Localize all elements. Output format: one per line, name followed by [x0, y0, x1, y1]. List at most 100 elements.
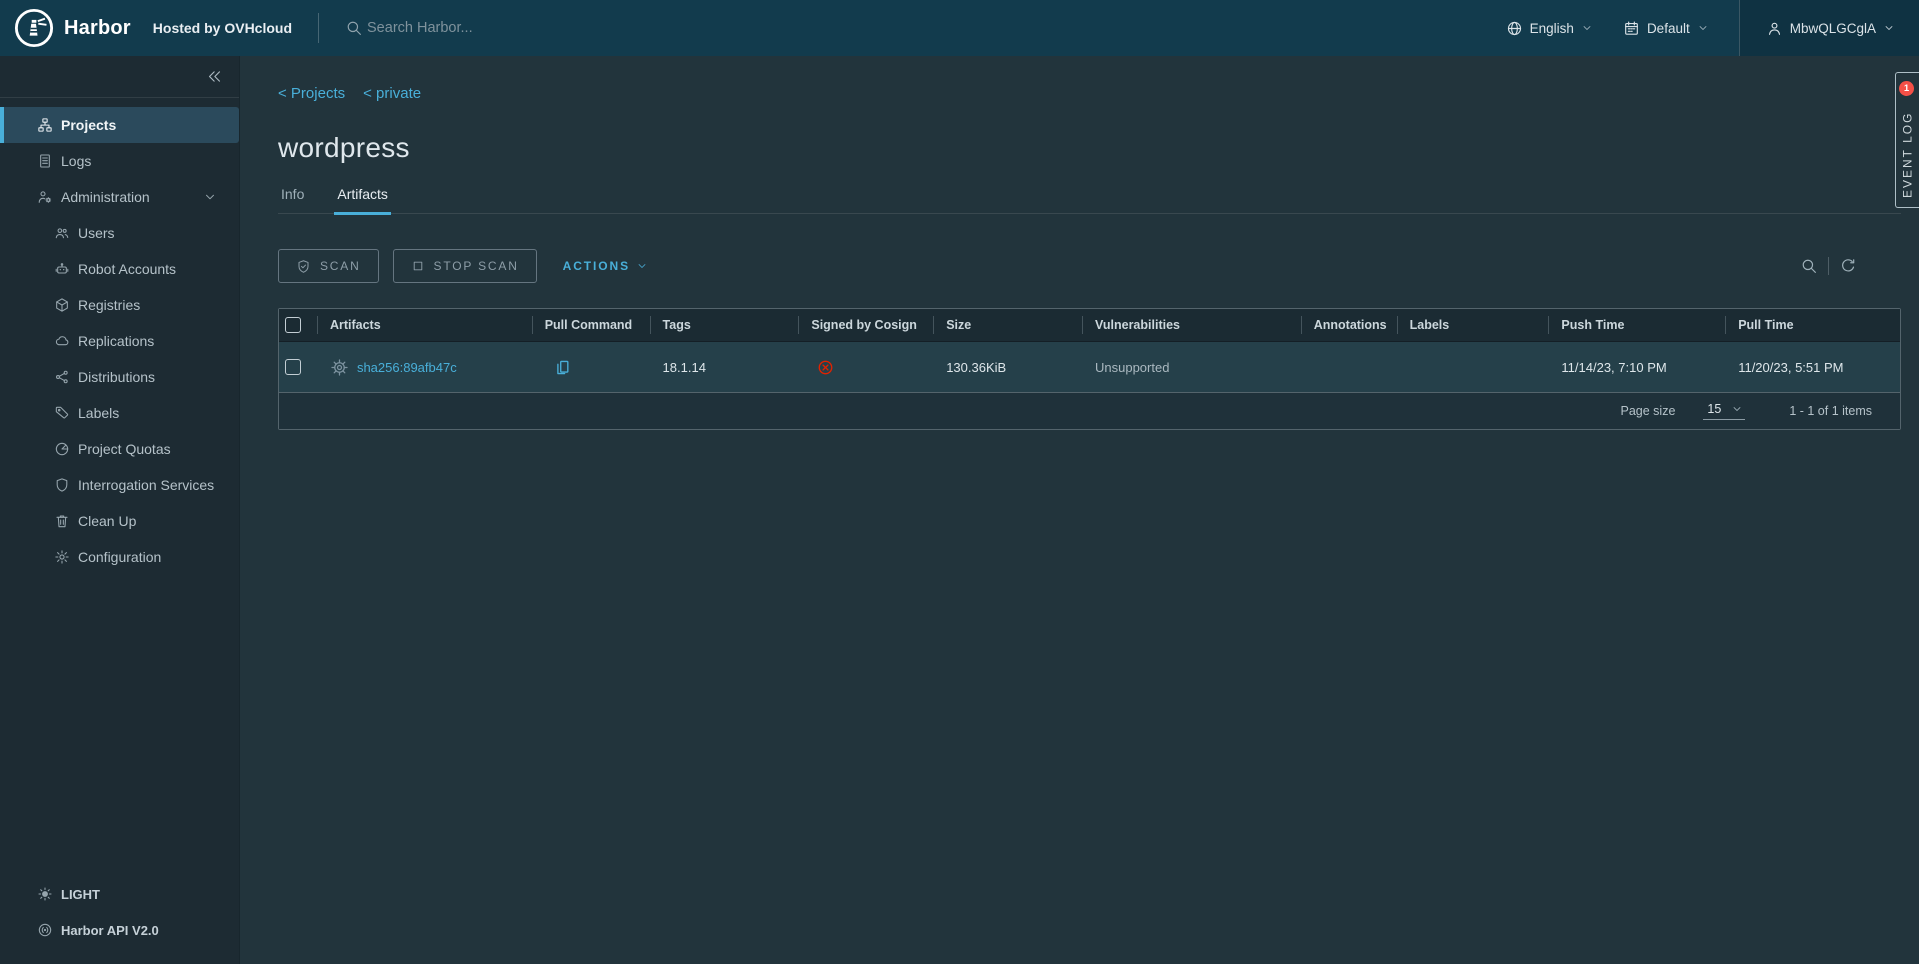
event-log-tab[interactable]: 1 EVENT LOG — [1895, 72, 1919, 208]
sidebar-item-configuration[interactable]: Configuration — [0, 539, 239, 575]
sidebar-collapse-row — [0, 56, 239, 98]
chevron-down-icon — [1731, 403, 1743, 415]
username-label: MbwQLGCglA — [1790, 21, 1876, 36]
sidebar-item-label: Labels — [78, 405, 119, 421]
scheme-menu[interactable]: Default — [1623, 20, 1709, 37]
sidebar-item-logs[interactable]: Logs — [0, 143, 239, 179]
sidebar-item-interrogation-services[interactable]: Interrogation Services — [0, 467, 239, 503]
vulnerabilities-cell: Unsupported — [1082, 360, 1301, 375]
sidebar-item-label: Configuration — [78, 549, 161, 565]
sidebar-footer-light[interactable]: LIGHT — [0, 876, 239, 912]
sidebar-item-label: Users — [78, 225, 115, 241]
logs-icon — [37, 153, 53, 169]
sidebar-item-label: Interrogation Services — [78, 477, 214, 493]
sidebar-item-label: Registries — [78, 297, 140, 313]
sidebar-item-administration[interactable]: Administration — [0, 179, 239, 215]
sidebar-footer-harbor-api-v2-0[interactable]: Harbor API V2.0 — [0, 912, 239, 948]
stop-scan-button[interactable]: STOP SCAN — [393, 249, 537, 283]
sidebar-item-project-quotas[interactable]: Project Quotas — [0, 431, 239, 467]
tab-artifacts[interactable]: Artifacts — [334, 186, 391, 213]
actions-dropdown-button[interactable]: ACTIONS — [563, 259, 648, 273]
cloud-icon — [54, 333, 70, 349]
sidebar-item-users[interactable]: Users — [0, 215, 239, 251]
sidebar-item-label: Logs — [61, 153, 91, 169]
filter-search-icon[interactable] — [1800, 257, 1818, 275]
artifact-toolbar: SCAN STOP SCAN ACTIONS — [278, 248, 1901, 284]
tools-divider — [1828, 257, 1829, 275]
tag-icon — [54, 405, 70, 421]
trash-icon — [54, 513, 70, 529]
sidebar-item-distributions[interactable]: Distributions — [0, 359, 239, 395]
stop-scan-button-label: STOP SCAN — [434, 259, 519, 273]
gear-icon — [54, 549, 70, 565]
gauge-icon — [54, 441, 70, 457]
artifact-digest-link[interactable]: sha256:89afb47c — [357, 360, 457, 375]
search-input[interactable] — [367, 20, 687, 36]
sidebar-item-robot-accounts[interactable]: Robot Accounts — [0, 251, 239, 287]
collapse-sidebar-icon[interactable] — [206, 68, 223, 85]
sidebar-item-replications[interactable]: Replications — [0, 323, 239, 359]
stop-icon — [411, 259, 425, 273]
chevron-down-icon — [1581, 22, 1593, 34]
sidebar-footer-label: Harbor API V2.0 — [61, 923, 159, 938]
sidebar-item-label: Administration — [61, 189, 150, 205]
app-header: Harbor Hosted by OVHcloud English Defaul… — [0, 0, 1919, 56]
tab-info[interactable]: Info — [278, 186, 307, 213]
api-swagger-icon — [37, 922, 53, 938]
main-content: < Projects < private wordpress Info Artifa… — [240, 56, 1919, 964]
sidebar-item-labels[interactable]: Labels — [0, 395, 239, 431]
language-menu[interactable]: English — [1506, 20, 1593, 37]
signed-by-cosign-cell — [798, 359, 933, 376]
column-header-vulnerabilities: Vulnerabilities — [1082, 309, 1301, 341]
breadcrumb-link-0[interactable]: < Projects — [278, 85, 345, 102]
column-header-signed-by-cosign: Signed by Cosign — [798, 309, 933, 341]
column-header-tags: Tags — [650, 309, 799, 341]
chevron-down-icon — [1883, 22, 1895, 34]
sidebar-item-label: Project Quotas — [78, 441, 171, 457]
sidebar-item-label: Robot Accounts — [78, 261, 176, 277]
header-checkbox-cell — [279, 309, 317, 341]
column-header-labels: Labels — [1397, 309, 1549, 341]
items-count: 1 - 1 of 1 items — [1789, 404, 1872, 418]
copy-icon[interactable] — [554, 359, 571, 376]
page-size-select[interactable]: 15 — [1703, 402, 1745, 420]
table-header-row: ArtifactsPull CommandTagsSigned by Cosig… — [279, 309, 1900, 342]
grid-tools — [1800, 257, 1901, 275]
vulnerabilities-status: Unsupported — [1095, 360, 1169, 375]
scan-button[interactable]: SCAN — [278, 249, 379, 283]
tab-bar: Info Artifacts — [278, 186, 1901, 214]
language-label: English — [1530, 21, 1574, 36]
sidebar-footer-label: LIGHT — [61, 887, 100, 902]
chevron-down-icon — [1697, 22, 1709, 34]
actions-button-label: ACTIONS — [563, 259, 630, 273]
user-menu[interactable]: MbwQLGCglA — [1739, 0, 1919, 56]
row-checkbox[interactable] — [285, 359, 301, 375]
sidebar-item-registries[interactable]: Registries — [0, 287, 239, 323]
page-size-value: 15 — [1707, 402, 1721, 416]
table-footer: Page size 15 1 - 1 of 1 items — [279, 392, 1900, 429]
breadcrumb: < Projects < private — [278, 85, 421, 102]
sidebar-item-clean-up[interactable]: Clean Up — [0, 503, 239, 539]
chevron-down-icon — [636, 260, 648, 272]
page-size-label: Page size — [1621, 404, 1676, 418]
sidebar-item-projects[interactable]: Projects — [0, 107, 239, 143]
page-title: wordpress — [278, 132, 410, 164]
push-time-cell: 11/14/23, 7:10 PM — [1548, 360, 1725, 375]
organization-icon — [37, 117, 53, 133]
column-header-size: Size — [933, 309, 1082, 341]
refresh-icon[interactable] — [1839, 257, 1857, 275]
event-log-label: EVENT LOG — [1896, 107, 1919, 203]
not-signed-icon — [817, 359, 834, 376]
breadcrumb-link-1[interactable]: < private — [363, 85, 421, 102]
user-icon — [1766, 20, 1783, 37]
header-divider — [318, 13, 319, 43]
select-all-checkbox[interactable] — [285, 317, 301, 333]
harbor-logo-icon — [14, 8, 54, 48]
sidebar-item-label: Replications — [78, 333, 154, 349]
shield-check-icon — [296, 259, 311, 274]
users-icon — [54, 225, 70, 241]
sun-icon — [37, 886, 53, 902]
robot-icon — [54, 261, 70, 277]
cube-icon — [54, 297, 70, 313]
event-log-badge: 1 — [1899, 81, 1914, 96]
